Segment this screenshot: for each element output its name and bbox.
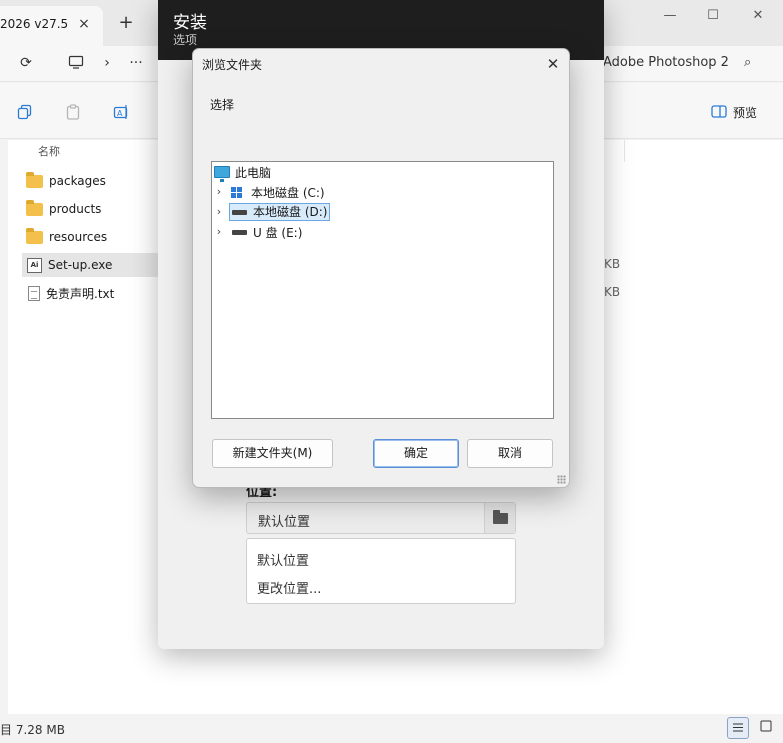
close-window-icon[interactable]: ✕ (743, 6, 773, 26)
folder-icon (26, 171, 43, 188)
tree-item-drive-d[interactable]: 本地磁盘 (D:) (229, 203, 331, 221)
details-view-icon[interactable] (727, 717, 749, 739)
tree-item-this-pc[interactable]: 此电脑 (214, 163, 272, 182)
computer-icon (214, 166, 230, 182)
tree-item-drive-e[interactable]: U 盘 (E:) (232, 223, 302, 241)
menu-item-default-location[interactable]: 默认位置 (257, 550, 309, 569)
computer-icon[interactable] (67, 54, 85, 72)
selection-highlight: 本地磁盘 (D:) (229, 203, 331, 221)
dialog-title: 浏览文件夹 (202, 58, 263, 72)
new-folder-button[interactable]: 新建文件夹(M) (212, 439, 333, 468)
file-name: 免责声明.txt (46, 286, 115, 301)
tiles-view-icon[interactable] (755, 717, 777, 739)
folder-icon (26, 227, 43, 244)
drive-icon (232, 209, 247, 215)
file-size: KB (604, 257, 621, 271)
explorer-tab[interactable]: 2026 v27.5 × (0, 6, 103, 46)
folder-tree[interactable]: 此电脑 › 本地磁盘 (C:) › 本地磁盘 (D:) › U 盘 (E:) (211, 161, 554, 419)
tree-item-label: 本地磁盘 (C:) (251, 185, 325, 200)
browse-folder-button[interactable] (484, 503, 515, 533)
folder-open-icon (493, 510, 508, 524)
file-name: Set-up.exe (48, 258, 113, 272)
menu-item-change-location[interactable]: 更改位置... (257, 578, 321, 597)
browse-folder-dialog: 浏览文件夹 ✕ 选择 此电脑 › 本地磁盘 (C:) › 本地磁盘 (D:) ›… (192, 48, 570, 488)
adobe-exe-icon: Ai (27, 257, 42, 273)
location-value: 默认位置 (258, 515, 311, 530)
maximize-icon[interactable]: ☐ (698, 6, 728, 26)
tab-title: 2026 v27.5 (0, 17, 69, 31)
installer-title: 安装 (173, 13, 207, 33)
file-name: packages (49, 174, 106, 188)
chevron-right-icon[interactable]: › (214, 223, 224, 241)
rename-icon[interactable]: A (113, 104, 129, 120)
cancel-button[interactable]: 取消 (467, 439, 553, 468)
file-row-disclaimer-txt[interactable]: 免责声明.txt (22, 281, 158, 305)
file-row-resources[interactable]: resources (22, 225, 158, 249)
file-row-products[interactable]: products (22, 197, 158, 221)
file-row-setup-exe[interactable]: Ai Set-up.exe (22, 253, 158, 277)
preview-label: 预览 (733, 106, 758, 120)
chevron-right-icon[interactable]: › (214, 183, 224, 201)
ok-button[interactable]: 确定 (373, 439, 459, 468)
file-name: resources (49, 230, 108, 244)
status-bar: 目 7.28 MB (0, 714, 783, 743)
windows-drive-icon (231, 186, 242, 198)
close-icon[interactable]: ✕ (542, 54, 564, 74)
file-row-packages[interactable]: packages (22, 169, 158, 193)
location-dropdown-menu: 默认位置 更改位置... (246, 538, 516, 604)
tree-item-label: U 盘 (E:) (253, 225, 303, 240)
installer-subtitle: 选项 (173, 33, 198, 47)
file-name: products (49, 202, 102, 216)
preview-button[interactable]: 预览 (711, 104, 757, 121)
column-divider[interactable] (624, 140, 625, 162)
folder-icon (26, 199, 43, 216)
column-header-name[interactable]: 名称 (38, 143, 60, 159)
text-file-icon (28, 285, 40, 301)
status-text: 目 7.28 MB (0, 723, 65, 737)
usb-drive-icon (232, 229, 247, 235)
breadcrumb[interactable]: Adobe Photoshop 2 (603, 55, 729, 70)
chevron-right-icon[interactable]: › (98, 54, 116, 72)
resize-grip[interactable] (557, 475, 566, 484)
file-size: KB (604, 285, 621, 299)
preview-pane-icon (711, 104, 727, 121)
tab-close-icon[interactable]: × (76, 16, 92, 32)
minimize-icon[interactable]: — (655, 6, 685, 26)
tree-item-label: 此电脑 (235, 165, 272, 180)
dialog-prompt: 选择 (210, 98, 235, 112)
tree-item-drive-c[interactable]: 本地磁盘 (C:) (230, 183, 325, 201)
search-icon[interactable]: ⌕ (744, 55, 751, 70)
paste-icon[interactable] (65, 104, 81, 120)
svg-text:A: A (117, 109, 123, 118)
more-icon[interactable]: ··· (127, 54, 145, 72)
location-select[interactable]: 默认位置 (246, 502, 516, 534)
copy-icon[interactable] (17, 104, 33, 120)
new-tab-icon[interactable]: + (116, 13, 136, 33)
refresh-icon[interactable]: ⟳ (17, 54, 35, 72)
chevron-right-icon[interactable]: › (214, 203, 224, 221)
tree-item-label: 本地磁盘 (D:) (253, 205, 328, 219)
